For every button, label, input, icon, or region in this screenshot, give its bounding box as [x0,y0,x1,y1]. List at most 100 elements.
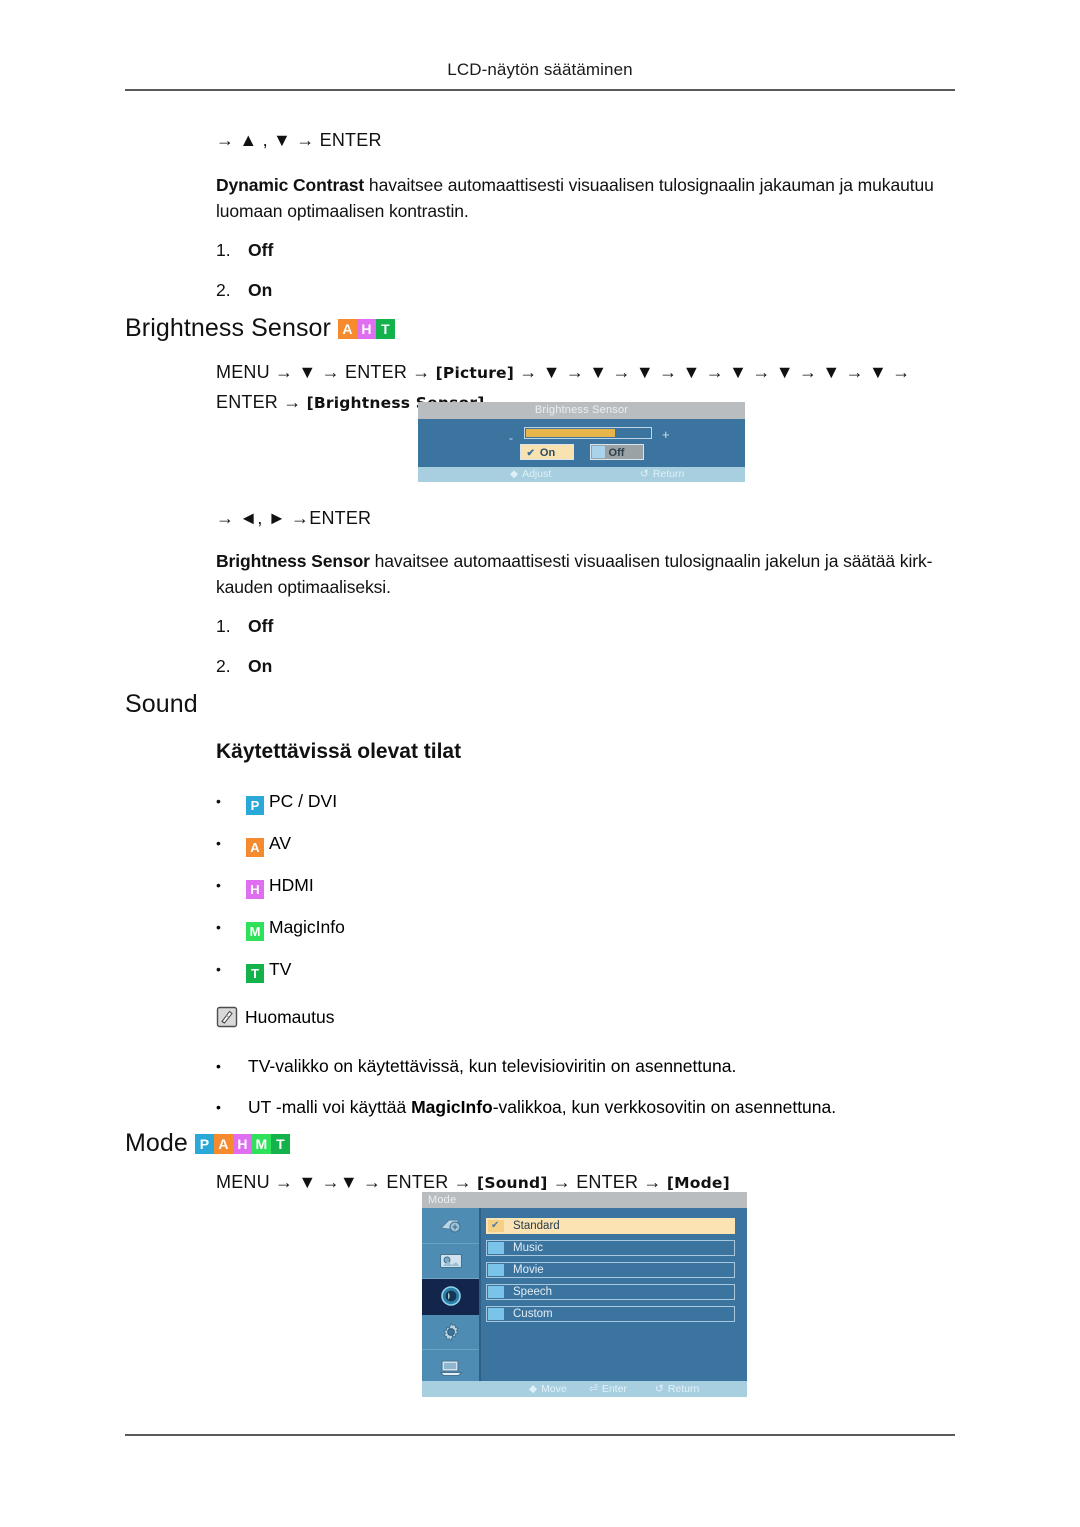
footer-divider [125,1434,955,1436]
menu-token-mode: [Mode] [666,1174,730,1192]
bullet: • [216,961,221,977]
bullet: • [216,1058,221,1074]
mode-option-list: ✔ Standard Music Movie Speech Custom [486,1218,735,1328]
brightness-sensor-osd: Brightness Sensor - + ✔ On Off ◆ Adjust ↺ Re… [418,402,745,482]
setup-icon[interactable] [422,1315,479,1351]
badge-hdmi: H [356,319,376,339]
page-title: Brightness Sensor [125,314,331,342]
list-item: • P PC / DVI [216,780,345,822]
list-item: • A AV [216,822,345,864]
badge-magicinfo: M [251,1134,271,1154]
osd-title: Brightness Sensor [418,402,745,419]
osd-footer: ◆ Adjust ↺ Return [418,467,745,482]
return-icon: ↺ [640,468,649,480]
sound-subheading: Käytettävissä olevat tilat [216,740,462,763]
list-item: 1. Off [216,606,273,646]
mode-option-label: Movie [513,1264,544,1276]
adjust-icon: ◆ [510,468,519,480]
bullet: • [216,835,221,851]
mode-option-custom[interactable]: Custom [486,1306,735,1322]
mode-menu-path: MENU → ▼ →▼ → ENTER → [Sound] → ENTER → … [216,1172,730,1193]
brightness-sensor-description: Brightness Sensor havaitsee automaattise… [216,548,958,600]
osd-button-on-label: On [539,446,556,459]
return-icon: ↺ [655,1383,664,1395]
dynamic-contrast-keyline: → ▲ , ▼ → ENTER [216,130,382,150]
mode-option-speech[interactable]: Speech [486,1284,735,1300]
menu-path-prefix: MENU → ▼ → ENTER → [216,362,436,382]
osd-button-off-label: Off [608,446,625,459]
sound-heading: Sound [125,690,198,718]
option-swatch [488,1264,504,1276]
osd-sidebar [422,1208,481,1386]
badge-tv: T [246,964,264,983]
mode-tv-label: TV [269,959,292,979]
menu-token-picture: [Picture] [435,364,515,382]
note-list: • TV-valikko on käytettävissä, kun televi… [216,1046,836,1128]
osd-footer-return: ↺ Return [640,467,684,482]
available-modes-list: • P PC / DVI • A AV • H HDMI • M MagicInfo • T TV [216,780,345,990]
note-title: Huomautus [245,1007,335,1027]
note-item-text: TV-valikko on käytettävissä, kun televis… [248,1056,737,1076]
badge-pc: P [246,796,264,815]
list-value: On [248,280,273,300]
move-icon: ◆ [529,1383,538,1395]
list-value: On [248,656,273,676]
slider-plus-label: + [662,427,670,442]
list-number: 1. [216,616,231,636]
bullet: • [216,919,221,935]
option-swatch [488,1286,504,1298]
picture-icon[interactable] [422,1244,479,1280]
badge-hdmi: H [246,880,264,899]
menu-token-sound: [Sound] [477,1174,548,1192]
osd-footer-move-label: Move [541,1383,567,1395]
badge-av: A [213,1134,233,1154]
input-source-icon[interactable] [422,1208,479,1244]
badge-magicinfo: M [246,922,264,941]
mode-option-movie[interactable]: Movie [486,1262,735,1278]
osd-button-off-swatch [591,445,605,458]
osd-footer-return-label: Return [667,1383,700,1395]
mode-heading: Mode P A H M T [125,1127,290,1158]
list-item: • UT -malli voi käyttää MagicInfo-valikko… [216,1087,836,1128]
brightness-sensor-heading: Brightness Sensor A H T [125,312,395,343]
slider-minus-label: - [509,431,513,445]
mode-badges: PAHMT [194,1127,290,1156]
list-number: 2. [216,280,231,300]
mode-pc-dvi-label: PC / DVI [269,791,338,811]
badge-hdmi: H [232,1134,252,1154]
osd-footer-move: ◆ Move [529,1381,567,1397]
list-item: 1. Off [216,230,273,270]
list-item: • TV-valikko on käytettävissä, kun televi… [216,1046,836,1087]
note-heading: Huomautus [216,1006,335,1028]
enter-icon: ⏎ [589,1383,598,1395]
badge-tv: T [375,319,395,339]
osd-button-off[interactable]: Off [589,443,644,460]
dynamic-contrast-description: Dynamic Contrast havaitsee automaattises… [216,172,956,224]
brightness-sensor-options: 1. Off 2. On [216,606,273,686]
note-item-term: MagicInfo [411,1097,493,1117]
brightness-sensor-badges: AHT [337,312,395,341]
list-value: Off [248,616,274,636]
list-number: 2. [216,656,231,676]
brightness-sensor-term: Brightness Sensor [216,551,370,571]
header-divider [125,89,955,91]
slider-fill [526,429,616,437]
list-item: • T TV [216,948,345,990]
osd-footer-adjust-label: Adjust [522,468,552,480]
osd-button-on[interactable]: ✔ On [519,443,574,460]
sound-icon[interactable] [422,1279,479,1315]
osd-footer-return: ↺ Return [655,1381,699,1397]
running-header: LCD-näytön säätäminen [447,60,633,79]
badge-pc: P [194,1134,214,1154]
list-item: 2. On [216,646,273,686]
mode-option-standard[interactable]: ✔ Standard [486,1218,735,1234]
brightness-slider[interactable] [524,427,652,439]
bullet: • [216,877,221,893]
mode-option-label: Speech [513,1286,553,1298]
mode-option-music[interactable]: Music [486,1240,735,1256]
mode-av-label: AV [269,833,292,853]
osd-footer-return-label: Return [652,468,685,480]
note-icon [216,1006,238,1028]
osd-footer-enter-label: Enter [601,1383,627,1395]
bullet: • [216,793,221,809]
